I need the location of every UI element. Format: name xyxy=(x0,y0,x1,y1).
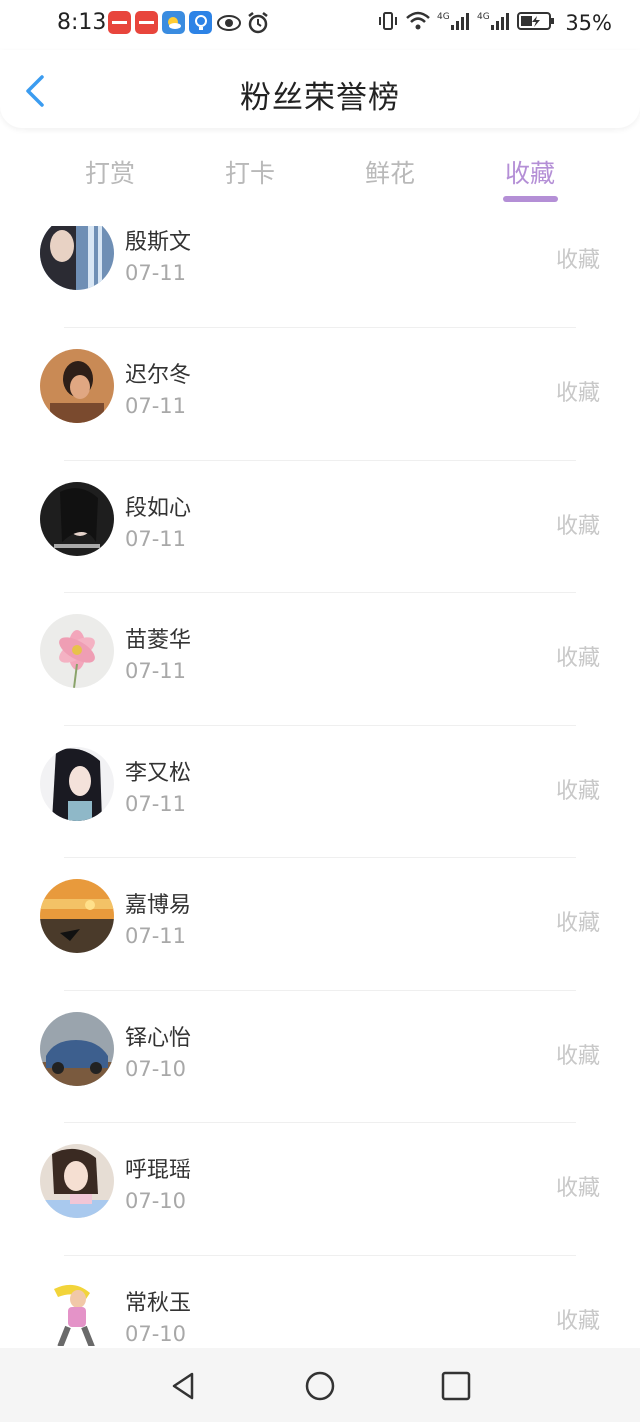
list-item-name: 李又松 xyxy=(125,761,192,786)
list-item-action: 收藏 xyxy=(555,381,600,406)
tab-reward[interactable]: 打赏 xyxy=(85,154,135,190)
list-item-date: 07-11 xyxy=(125,261,187,285)
page-title: 粉丝荣誉榜 xyxy=(240,80,400,116)
huawei-app-icon xyxy=(108,11,131,34)
avatar xyxy=(40,879,114,953)
list-item-action: 收藏 xyxy=(555,1309,600,1334)
list-item-name: 嘉博易 xyxy=(125,893,192,918)
avatar xyxy=(40,1144,114,1218)
battery-icon xyxy=(517,10,555,36)
list-item-action: 收藏 xyxy=(555,646,600,671)
app-header: 粉丝荣誉榜 xyxy=(0,50,640,128)
list-item-name: 铎心怡 xyxy=(125,1026,192,1051)
signal-4g-icon: 4G xyxy=(437,10,471,36)
list-item-action: 收藏 xyxy=(555,779,600,804)
eye-icon xyxy=(216,11,242,38)
list-item-action: 收藏 xyxy=(555,514,600,539)
system-nav-bar xyxy=(0,1348,640,1422)
list-item[interactable]: 呼琨瑶 07-10 收藏 xyxy=(0,1123,640,1255)
list-item-name: 迟尔冬 xyxy=(125,363,192,388)
signal-4g-icon: 4G xyxy=(477,10,511,36)
avatar xyxy=(40,1012,114,1086)
list-item[interactable]: 常秋玉 07-10 收藏 xyxy=(0,1256,640,1346)
list-item-name: 苗菱华 xyxy=(125,628,192,653)
tab-checkin[interactable]: 打卡 xyxy=(225,154,275,190)
list-item-date: 07-11 xyxy=(125,792,187,816)
back-triangle-icon xyxy=(172,1372,194,1400)
list-item-action: 收藏 xyxy=(555,911,600,936)
list-item-date: 07-11 xyxy=(125,924,187,948)
avatar xyxy=(40,747,114,821)
list-item-action: 收藏 xyxy=(555,1176,600,1201)
nav-home-button[interactable] xyxy=(304,1370,336,1402)
nav-recents-button[interactable] xyxy=(440,1370,472,1402)
list-item[interactable]: 殷斯文 07-11 收藏 xyxy=(0,226,640,318)
avatar xyxy=(40,226,114,290)
list-item-action: 收藏 xyxy=(555,248,600,273)
list-item-date: 07-11 xyxy=(125,394,187,418)
status-right: 4G 4G 35% xyxy=(377,10,612,36)
list-item-name: 呼琨瑶 xyxy=(125,1158,192,1183)
notification-icons xyxy=(108,11,270,38)
avatar xyxy=(40,349,114,423)
battery-percent: 35% xyxy=(565,11,612,35)
list-item-name: 段如心 xyxy=(125,496,192,521)
svg-text:4G: 4G xyxy=(477,12,490,22)
list-item[interactable]: 嘉博易 07-11 收藏 xyxy=(0,858,640,990)
wifi-icon xyxy=(405,10,431,36)
svg-text:4G: 4G xyxy=(437,12,450,22)
avatar xyxy=(40,1277,114,1346)
list-item-date: 07-10 xyxy=(125,1189,187,1213)
weather-icon xyxy=(162,11,185,34)
bulb-icon xyxy=(189,11,212,34)
huawei-app-icon xyxy=(135,11,158,34)
list-item[interactable]: 苗菱华 07-11 收藏 xyxy=(0,593,640,725)
list-item-date: 07-11 xyxy=(125,527,187,551)
list-item-date: 07-11 xyxy=(125,659,187,683)
tab-flowers[interactable]: 鲜花 xyxy=(365,154,415,190)
list-item[interactable]: 李又松 07-11 收藏 xyxy=(0,726,640,858)
list-item-date: 07-10 xyxy=(125,1322,187,1346)
status-bar: 8:13 4G 4G 35% xyxy=(0,0,640,48)
tab-favorites[interactable]: 收藏 xyxy=(505,154,555,190)
recents-square-icon xyxy=(441,1371,471,1401)
nav-back-button[interactable] xyxy=(168,1370,200,1402)
home-circle-icon xyxy=(305,1371,335,1401)
list-item-name: 殷斯文 xyxy=(125,230,192,255)
list-item-action: 收藏 xyxy=(555,1044,600,1069)
avatar xyxy=(40,482,114,556)
list-item[interactable]: 段如心 07-11 收藏 xyxy=(0,461,640,593)
status-time: 8:13 xyxy=(57,10,107,35)
alarm-icon xyxy=(246,11,270,38)
vibrate-icon xyxy=(377,10,399,36)
list-item[interactable]: 铎心怡 07-10 收藏 xyxy=(0,991,640,1123)
tab-active-indicator xyxy=(503,196,558,202)
list-item-date: 07-10 xyxy=(125,1057,187,1081)
list-item-name: 常秋玉 xyxy=(125,1291,192,1316)
avatar xyxy=(40,614,114,688)
fan-list: 殷斯文 07-11 收藏 迟尔冬 07-11 收藏 段如心 07-11 收藏 苗… xyxy=(0,226,640,1346)
list-item[interactable]: 迟尔冬 07-11 收藏 xyxy=(0,328,640,460)
